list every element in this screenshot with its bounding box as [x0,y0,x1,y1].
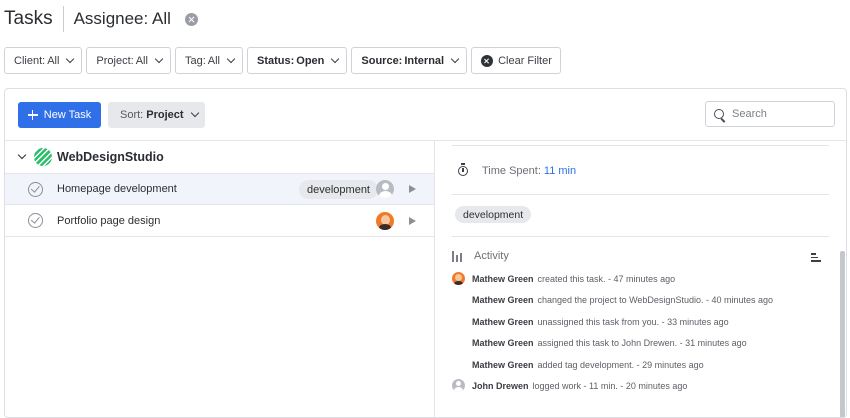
activity-item: Mathew Green assigned this task to John D… [472,338,747,348]
header-divider [62,6,64,32]
time-spent: Time Spent: 11 min [458,162,576,177]
check-circle-icon[interactable] [28,213,43,228]
client-filter[interactable]: Client: All [4,47,83,74]
divider [452,145,829,146]
tag-filter[interactable]: Tag: All [174,47,243,74]
time-spent-value[interactable]: 11 min [544,165,576,177]
project-filter[interactable]: Project: All [86,47,171,74]
stopwatch-icon [458,162,468,176]
tasks-panel: New Task Sort: Project Search WebDesignS… [4,88,847,418]
sort-value: Project [146,109,184,121]
close-circle-icon [481,54,494,67]
divider [452,194,829,195]
activity-text: logged work - 11 min. - 20 minutes ago [532,381,688,391]
chevron-down-icon [66,54,75,63]
filter-label: Source: [361,54,403,67]
activity-header: Activity [452,250,509,262]
chevron-down-icon [450,54,460,63]
tasks-toolbar: New Task Sort: Project Search [5,89,846,141]
activity-user: Mathew Green [472,274,534,284]
filter-value: All [47,54,60,67]
chevron-down-icon[interactable] [17,150,27,160]
filter-value: All [207,54,220,67]
sort-order-icon[interactable] [811,253,821,262]
project-group-header[interactable]: WebDesignStudio [5,141,434,173]
task-list: WebDesignStudio Homepage development dev… [5,141,435,417]
plus-icon [27,110,38,120]
filter-label: Client: [14,54,46,67]
search-icon [714,109,724,119]
new-task-label: New Task [43,109,92,121]
detail-tag[interactable]: development [455,206,532,223]
filter-label: Status: [256,54,295,67]
clear-filter-button[interactable]: Clear Filter [471,47,561,74]
activity-text: added tag development. - 29 minutes ago [537,360,704,370]
status-filter[interactable]: Status: Open [246,47,348,74]
search-input[interactable]: Search [705,101,835,127]
project-name: WebDesignStudio [57,150,164,164]
task-name: Homepage development [57,183,177,195]
source-filter[interactable]: Source: Internal [351,47,468,74]
chevron-down-icon [154,54,164,63]
chevron-down-icon [331,54,340,63]
chevron-down-icon [190,108,199,118]
assignee-filter-label[interactable]: Assignee: All [74,9,171,29]
default-avatar-icon [452,379,465,392]
time-spent-label: Time Spent: [482,165,541,177]
activity-user: Mathew Green [472,360,534,370]
search-placeholder: Search [732,108,767,120]
play-icon[interactable] [409,185,416,193]
task-row[interactable]: Portfolio page design [5,205,434,237]
filter-value: Internal [404,54,445,67]
activity-user: John Drewen [472,381,529,391]
task-name: Portfolio page design [57,214,161,227]
activity-text: assigned this task to John Drewen. - 31 … [537,338,747,348]
filter-label: Tag: [184,54,206,67]
activity-item: Mathew Green changed the project to WebDe… [472,295,773,305]
task-tag: development [299,180,378,199]
filter-value: All [135,54,148,67]
default-avatar-icon[interactable] [376,180,394,198]
activity-item: Mathew Green created this task. - 47 minu… [472,274,675,284]
activity-user: Mathew Green [472,295,534,305]
user-avatar[interactable] [376,211,394,230]
sort-label: Sort: [120,109,144,121]
activity-item: Mathew Green added tag development. - 29 … [472,360,704,370]
clear-filter-label: Clear Filter [498,54,552,67]
activity-item: Mathew Green unassigned this task from yo… [472,317,729,327]
filter-value: Open [296,54,325,67]
user-avatar [452,272,465,285]
filter-label: Project: [96,54,134,67]
activity-label: Activity [474,250,509,262]
filter-bar: Client: All Project: All Tag: All Status… [4,47,561,74]
activity-text: changed the project to WebDesignStudio. … [537,295,773,305]
check-circle-icon[interactable] [28,181,43,197]
scrollbar[interactable] [840,251,845,417]
play-icon[interactable] [409,216,416,225]
activity-item: John Drewen logged work - 11 min. - 20 mi… [472,381,687,391]
activity-user: Mathew Green [472,317,534,327]
activity-text: created this task. - 47 minutes ago [537,274,676,284]
divider [452,236,829,237]
chevron-down-icon [226,54,236,63]
page-title: Tasks [4,8,53,29]
clear-assignee-icon[interactable] [184,12,198,26]
new-task-button[interactable]: New Task [18,102,101,128]
page-header: Tasks Assignee: All [4,0,198,38]
activity-user: Mathew Green [472,338,534,348]
project-color-icon [34,148,52,166]
sort-dropdown[interactable]: Sort: Project [108,102,205,128]
bar-chart-icon [452,250,464,262]
task-row[interactable]: Homepage development development [5,173,434,205]
task-detail-panel: Time Spent: 11 min development Activity … [436,141,846,417]
activity-text: unassigned this task from you. - 33 minu… [537,317,729,327]
